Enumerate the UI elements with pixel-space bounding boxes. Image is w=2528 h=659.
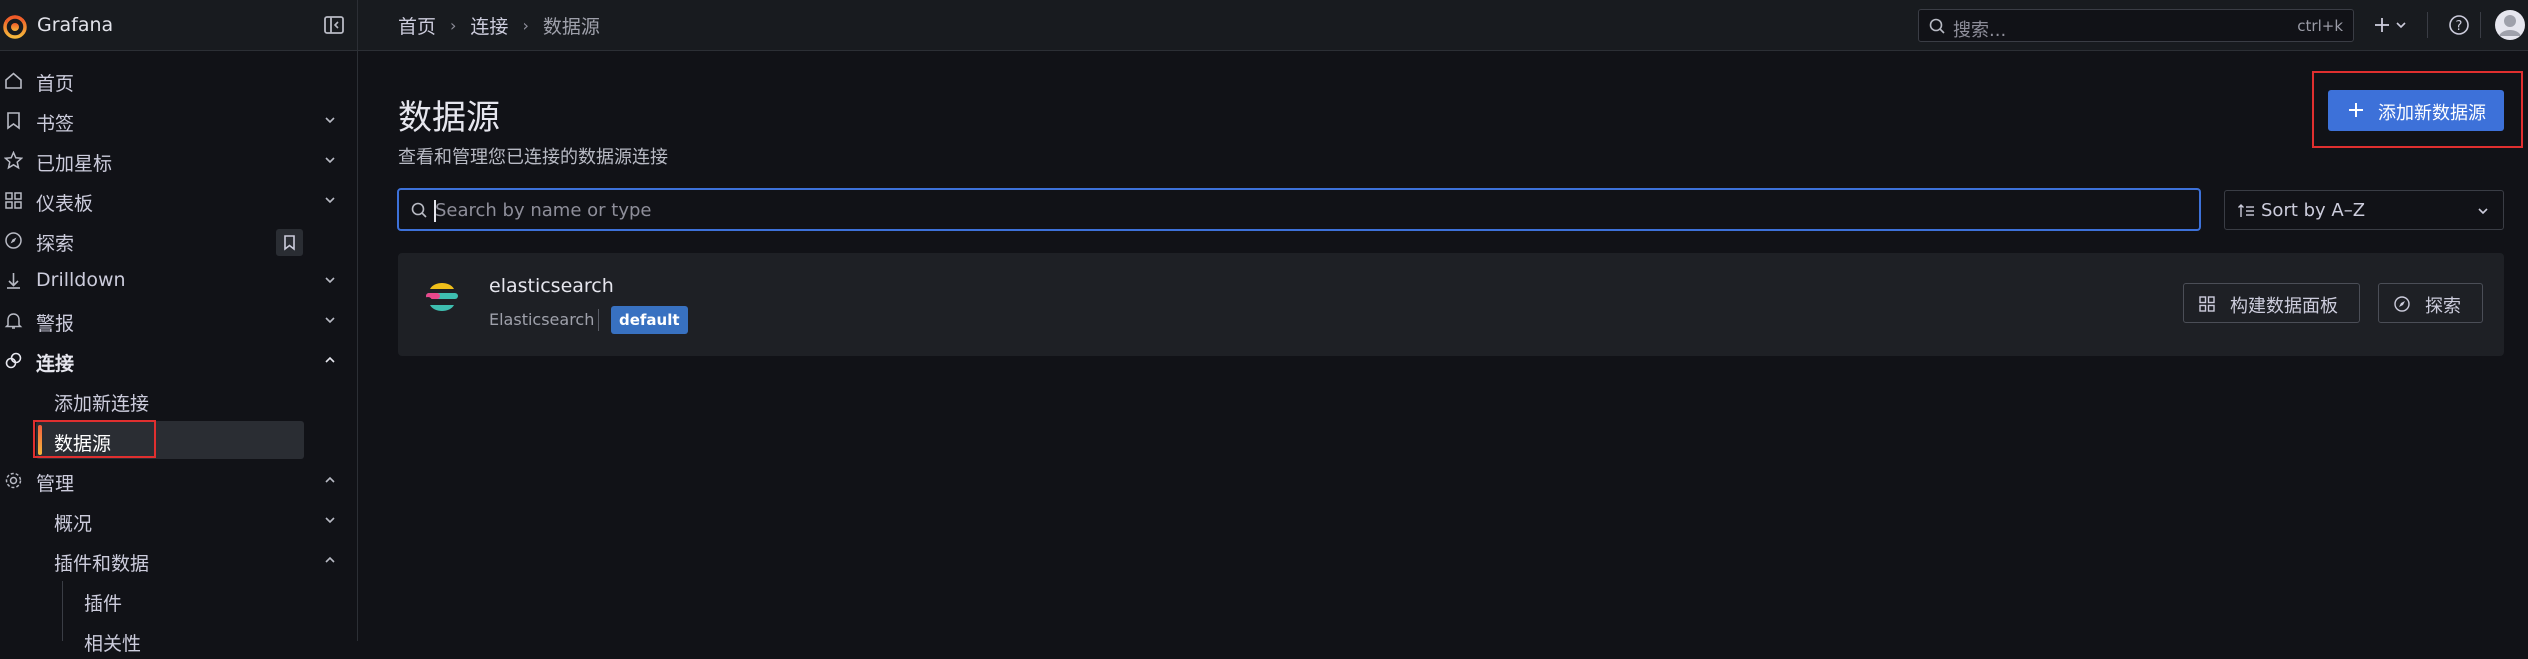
help-icon[interactable]: ?: [2446, 12, 2472, 38]
search-icon: [1929, 18, 1945, 34]
sidebar-item-label: 插件和数据: [54, 553, 150, 575]
bell-icon: [4, 313, 23, 329]
sidebar-item-label: Drilldown: [36, 269, 126, 291]
svg-text:?: ?: [2456, 19, 2463, 34]
compass-icon: [5, 232, 22, 249]
sidebar-item-label: 添加新连接: [54, 393, 150, 415]
dock-menu-icon[interactable]: [323, 14, 345, 36]
chevron-up-icon[interactable]: [322, 352, 338, 368]
drilldown-icon: [7, 273, 20, 289]
grafana-logo[interactable]: [2, 13, 28, 39]
sidebar-item-label: 相关性: [84, 633, 142, 655]
sidebar-item-administration[interactable]: 管理: [0, 461, 357, 499]
build-dashboard-button[interactable]: 构建数据面板: [2183, 283, 2360, 323]
sidebar-item-label: 已加星标: [36, 153, 113, 175]
sidebar-item-plugins-and-data[interactable]: 插件和数据: [0, 541, 357, 579]
breadcrumb-home[interactable]: 首页: [398, 12, 436, 39]
breadcrumb-current: 数据源: [542, 15, 600, 38]
page-title: 数据源: [398, 98, 500, 138]
chevron-down-icon[interactable]: [322, 512, 338, 528]
sidebar-item-label: 警报: [36, 313, 75, 335]
star-icon: [4, 151, 23, 170]
sidebar-divider: [357, 0, 358, 641]
build-dashboard-label: 构建数据面板: [2230, 296, 2338, 317]
bookmark-icon: [284, 235, 295, 251]
chevron-right-icon: ›: [450, 15, 457, 35]
chevron-down-icon[interactable]: [322, 112, 338, 128]
sort-select-value: Sort by A–Z: [2261, 200, 2366, 221]
sidebar-item-drilldown[interactable]: Drilldown: [0, 261, 357, 299]
plus-icon[interactable]: [2373, 12, 2413, 38]
sidebar-item-correlations[interactable]: 相关性: [0, 621, 357, 659]
chevron-down-icon[interactable]: [322, 272, 338, 288]
apps-icon: [5, 192, 22, 209]
highlight-box-datasources: [33, 420, 156, 458]
explore-bookmark-button[interactable]: [276, 229, 303, 256]
breadcrumb-connections[interactable]: 连接: [470, 12, 508, 39]
sidebar-item-overview[interactable]: 概况: [0, 501, 357, 539]
sidebar-item-add-connection[interactable]: 添加新连接: [0, 381, 357, 419]
chevron-up-icon[interactable]: [322, 472, 338, 488]
sidebar-item-connections[interactable]: 连接: [0, 341, 357, 379]
home-icon: [5, 72, 22, 89]
sidebar-item-label: 探索: [36, 233, 75, 255]
sidebar-item-dashboards[interactable]: 仪表板: [0, 181, 357, 219]
toolbar-divider: [2427, 12, 2428, 38]
search-placeholder: Search by name or type: [435, 200, 652, 221]
global-search-input[interactable]: 搜索... ctrl+k: [1918, 9, 2354, 42]
apps-icon: [2199, 296, 2215, 312]
default-badge: default: [611, 306, 688, 334]
datasource-type: Elasticsearch: [489, 310, 595, 329]
chevron-down-icon: [2478, 208, 2488, 215]
sidebar-item-label: 管理: [36, 473, 75, 495]
divider: [598, 309, 599, 331]
avatar[interactable]: [2494, 9, 2526, 41]
sidebar-item-bookmarks[interactable]: 书签: [0, 101, 357, 139]
search-placeholder: 搜索...: [1953, 20, 2007, 41]
sidebar-item-label: 书签: [36, 113, 75, 135]
bookmark-icon: [7, 112, 20, 130]
sort-icon: [2238, 204, 2254, 217]
datasource-name[interactable]: elasticsearch: [489, 275, 614, 297]
compass-icon: [2394, 296, 2410, 312]
explore-label: 探索: [2425, 296, 2461, 317]
sidebar-item-label: 概况: [54, 513, 93, 535]
sidebar-item-explore[interactable]: 探索: [0, 221, 357, 259]
sidebar-item-plugins[interactable]: 插件: [0, 581, 357, 619]
chevron-up-icon[interactable]: [322, 552, 338, 568]
chevron-right-icon: ›: [522, 15, 529, 35]
datasource-card[interactable]: elasticsearch Elasticsearch default 构建数据…: [398, 253, 2504, 356]
sidebar-item-label: 插件: [84, 593, 123, 615]
sidebar-item-label: 仪表板: [36, 193, 94, 215]
explore-button[interactable]: 探索: [2378, 283, 2483, 323]
sidebar-item-label: 连接: [36, 353, 75, 375]
chevron-down-icon[interactable]: [322, 192, 338, 208]
datasource-search-input[interactable]: Search by name or type: [397, 188, 2201, 231]
sort-select[interactable]: Sort by A–Z: [2224, 190, 2504, 230]
search-icon: [411, 202, 427, 218]
app-name: Grafana: [37, 14, 114, 36]
toolbar-divider: [2480, 12, 2481, 38]
sidebar-item-home[interactable]: 首页: [0, 61, 357, 99]
link-icon: [5, 352, 22, 369]
chevron-down-icon[interactable]: [322, 312, 338, 328]
sidebar-item-starred[interactable]: 已加星标: [0, 141, 357, 179]
cog-icon: [5, 472, 22, 489]
sidebar-item-alerting[interactable]: 警报: [0, 301, 357, 339]
chevron-down-icon[interactable]: [322, 152, 338, 168]
sidebar-item-label: 首页: [36, 73, 75, 95]
page-subtitle: 查看和管理您已连接的数据源连接: [398, 147, 668, 168]
search-shortcut: ctrl+k: [2297, 17, 2343, 35]
breadcrumb: 首页 › 连接 › 数据源: [398, 12, 600, 38]
elasticsearch-logo: [424, 283, 458, 311]
top-bar: Grafana 首页 › 连接 › 数据源 搜索... ctrl+k ?: [0, 0, 2528, 51]
highlight-box-add-button: [2312, 71, 2523, 148]
